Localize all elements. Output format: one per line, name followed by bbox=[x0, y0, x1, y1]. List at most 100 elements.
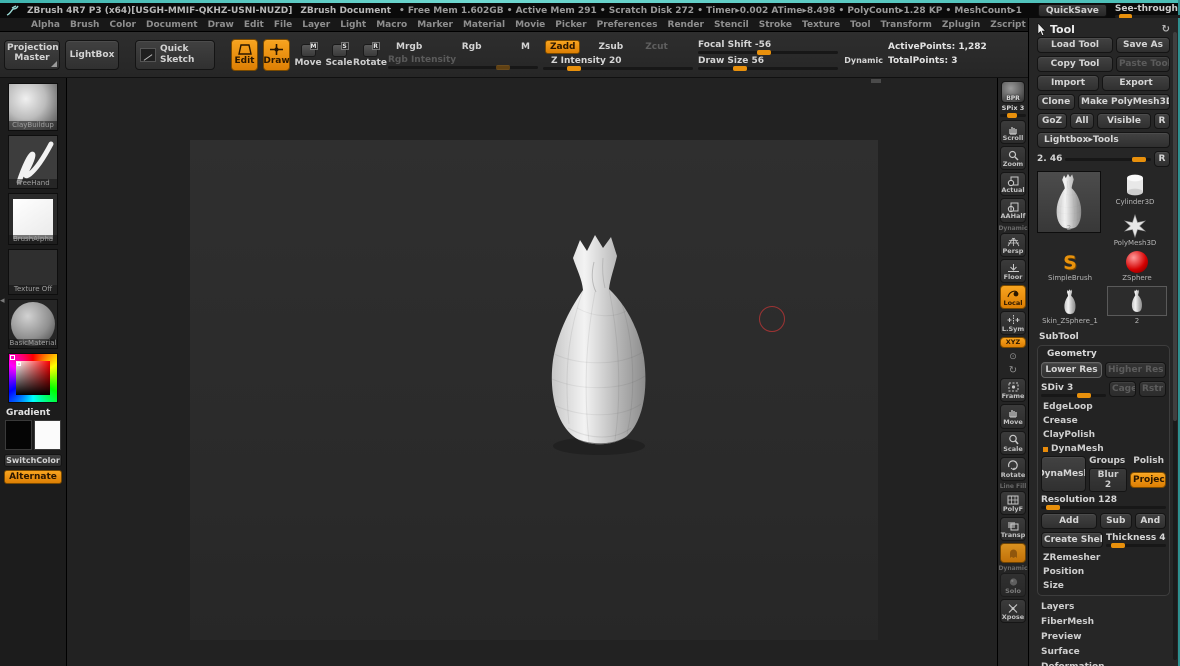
thickness-slider[interactable]: Thickness 4 bbox=[1106, 533, 1166, 548]
r-button[interactable]: R bbox=[1154, 113, 1170, 129]
r2-button[interactable]: R bbox=[1154, 151, 1170, 167]
create-shell-button[interactable]: Create Shell bbox=[1041, 532, 1103, 548]
gradient-label[interactable]: Gradient bbox=[0, 407, 66, 420]
rgb-intensity-handle[interactable] bbox=[496, 64, 510, 70]
shelf-frame-button[interactable]: Frame bbox=[1000, 378, 1026, 403]
shelf-zoom-button[interactable]: Zoom bbox=[1000, 146, 1026, 171]
shelf-scroll-button[interactable]: Scroll bbox=[1000, 120, 1026, 145]
shelf-aahalf-button[interactable]: AAHalf bbox=[1000, 198, 1026, 223]
sdiv-handle[interactable] bbox=[1076, 392, 1091, 398]
active-tool-thumbnail[interactable]: 2 bbox=[1037, 171, 1101, 233]
claypolish-section-header[interactable]: ClayPolish bbox=[1041, 428, 1166, 442]
copy-tool-button[interactable]: Copy Tool bbox=[1037, 56, 1113, 72]
dynamic-solo-label[interactable]: Dynamic bbox=[998, 566, 1027, 572]
secondary-color-swatch[interactable] bbox=[34, 420, 61, 450]
color-picker[interactable] bbox=[8, 353, 58, 403]
menu-macro[interactable]: Macro bbox=[371, 20, 412, 30]
tool-zsphere[interactable]: ZSphere bbox=[1103, 249, 1171, 284]
z-intensity-handle[interactable] bbox=[567, 65, 581, 71]
shelf-rotate-button[interactable]: Rotate bbox=[1000, 456, 1026, 481]
zadd-button[interactable]: Zadd bbox=[545, 39, 581, 54]
lightbox-tools-button[interactable]: Lightbox▸Tools bbox=[1037, 132, 1170, 148]
menu-preferences[interactable]: Preferences bbox=[592, 20, 663, 30]
tool-scale-slider[interactable]: 2. 46 R bbox=[1037, 151, 1170, 167]
z-intensity-slider[interactable]: Z Intensity 20 bbox=[543, 56, 693, 71]
shelf-transp-button[interactable]: Transp bbox=[1000, 516, 1026, 542]
save-as-button[interactable]: Save As bbox=[1116, 37, 1170, 53]
resolution-handle[interactable] bbox=[1046, 505, 1060, 510]
add-button[interactable]: Add bbox=[1041, 513, 1097, 529]
shelf-local-button[interactable]: Local bbox=[1000, 284, 1026, 309]
groups-toggle[interactable]: Groups bbox=[1089, 456, 1125, 466]
shelf-polyf-button[interactable]: PolyF bbox=[1000, 490, 1026, 515]
export-button[interactable]: Export bbox=[1102, 75, 1170, 91]
geometry-section-header[interactable]: Geometry bbox=[1041, 349, 1166, 362]
all-button[interactable]: All bbox=[1070, 113, 1094, 129]
spin-icon[interactable]: ↻ bbox=[1005, 364, 1021, 377]
sculpt-model[interactable] bbox=[525, 224, 673, 460]
section-surface[interactable]: Surface bbox=[1037, 644, 1170, 659]
project-button[interactable]: Projec bbox=[1130, 472, 1166, 488]
move-button[interactable]: M Move bbox=[294, 40, 322, 70]
draw-size-handle[interactable] bbox=[733, 65, 747, 71]
subtool-section-header[interactable]: SubTool bbox=[1037, 329, 1170, 345]
import-button[interactable]: Import bbox=[1037, 75, 1099, 91]
menu-render[interactable]: Render bbox=[663, 20, 709, 30]
section-layers[interactable]: Layers bbox=[1037, 599, 1170, 614]
and-button[interactable]: And bbox=[1134, 513, 1166, 529]
thickness-handle[interactable] bbox=[1110, 543, 1125, 548]
menu-texture[interactable]: Texture bbox=[797, 20, 845, 30]
menu-stroke[interactable]: Stroke bbox=[754, 20, 797, 30]
tray-collapse-arrow[interactable]: ◂ bbox=[0, 296, 5, 306]
shelf-move-button[interactable]: Move bbox=[1000, 404, 1026, 429]
dynamesh-section-header[interactable]: DynaMesh bbox=[1041, 442, 1166, 456]
zremesher-section-header[interactable]: ZRemesher bbox=[1041, 551, 1166, 565]
menu-layer[interactable]: Layer bbox=[297, 20, 335, 30]
lightbox-button[interactable]: LightBox bbox=[65, 39, 119, 70]
spix-slider[interactable]: SPix 3 bbox=[1000, 104, 1026, 118]
shelf-lsym-button[interactable]: L.Sym bbox=[1000, 310, 1026, 336]
rgb-intensity-slider[interactable]: Rgb Intensity bbox=[388, 55, 538, 70]
quicksave-button[interactable]: QuickSave bbox=[1037, 4, 1107, 17]
tool-cylinder3d[interactable]: Cylinder3D PolyMesh3D bbox=[1101, 171, 1169, 249]
menu-zscript[interactable]: Zscript bbox=[985, 20, 1031, 30]
tool-palette-header[interactable]: Tool ↻ bbox=[1037, 21, 1170, 37]
visible-button[interactable]: Visible bbox=[1097, 113, 1151, 129]
menu-stencil[interactable]: Stencil bbox=[709, 20, 754, 30]
see-through-slider[interactable]: See-through◆ bbox=[1114, 4, 1180, 19]
tool-skin-zsphere[interactable]: Skin_ZSphere_1 bbox=[1037, 284, 1103, 327]
zcut-button[interactable]: Zcut bbox=[641, 41, 672, 53]
shelf-ghost-button[interactable] bbox=[1000, 543, 1026, 564]
menu-movie[interactable]: Movie bbox=[510, 20, 550, 30]
tool-scale-handle[interactable] bbox=[1132, 157, 1147, 162]
sdiv-slider[interactable]: SDiv 3 bbox=[1041, 382, 1106, 398]
clone-button[interactable]: Clone bbox=[1037, 94, 1075, 110]
load-tool-button[interactable]: Load Tool bbox=[1037, 37, 1113, 53]
saturation-selector[interactable] bbox=[17, 362, 21, 366]
dynamic-persp-label[interactable]: Dynamic bbox=[998, 225, 1027, 232]
shelf-xpose-button[interactable]: Xpose bbox=[1000, 599, 1026, 624]
document-canvas[interactable] bbox=[67, 78, 998, 666]
focal-shift-handle[interactable] bbox=[756, 49, 771, 55]
dynamesh-toggle-button[interactable]: DynaMesh bbox=[1041, 456, 1087, 492]
paste-tool-button[interactable]: Paste Tool bbox=[1116, 56, 1170, 72]
menu-zplugin[interactable]: Zplugin bbox=[937, 20, 985, 30]
edgeloop-section-header[interactable]: EdgeLoop bbox=[1041, 400, 1166, 414]
switch-color-button[interactable]: SwitchColor bbox=[4, 454, 62, 467]
shelf-xyz-button[interactable]: XYZ bbox=[1000, 337, 1026, 349]
shelf-scale-button[interactable]: Scale bbox=[1000, 430, 1026, 455]
mrgb-button[interactable]: Mrgb bbox=[392, 41, 426, 53]
menu-edit[interactable]: Edit bbox=[239, 20, 269, 30]
section-fibermesh[interactable]: FiberMesh bbox=[1037, 614, 1170, 629]
rgb-button[interactable]: Rgb bbox=[458, 41, 486, 53]
make-polymesh3d-button[interactable]: Make PolyMesh3D bbox=[1078, 94, 1170, 110]
position-section-header[interactable]: Position bbox=[1041, 565, 1166, 579]
current-alpha-thumbnail[interactable]: BrushAlpha bbox=[8, 193, 58, 245]
size-section-header[interactable]: Size bbox=[1041, 579, 1166, 593]
menu-tool[interactable]: Tool bbox=[845, 20, 875, 30]
goz-button[interactable]: GoZ bbox=[1037, 113, 1067, 129]
cage-button[interactable]: Cage bbox=[1109, 381, 1136, 397]
rstr-button[interactable]: Rstr bbox=[1139, 381, 1166, 397]
menu-picker[interactable]: Picker bbox=[550, 20, 591, 30]
menu-document[interactable]: Document bbox=[141, 20, 203, 30]
